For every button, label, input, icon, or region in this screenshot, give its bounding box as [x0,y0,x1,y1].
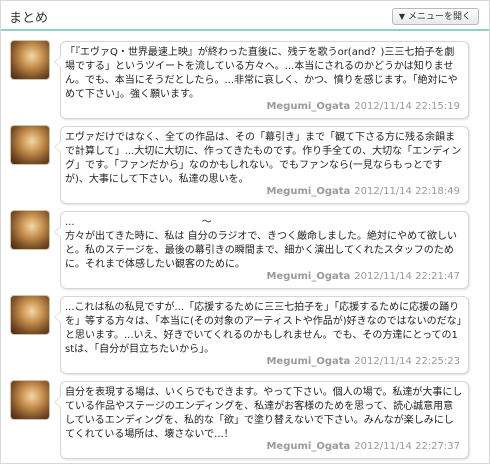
page-title: まとめ [9,11,49,26]
tweet-text: エヴァだけではなく、全ての作品は、その「幕引き」まで「観て下さる方に残る余韻まで… [65,132,462,185]
tweet-timestamp[interactable]: 2012/11/14 22:15:19 [354,101,460,112]
tweet-timestamp[interactable]: 2012/11/14 22:18:49 [354,186,460,197]
tweet-bubble: エヴァだけではなく、全ての作品は、その「幕引き」まで「観て下さる方に残る余韻まで… [54,126,469,204]
tweet-meta: Megumi_Ogata 2012/11/14 22:21:47 [266,271,460,283]
tweet-meta: Megumi_Ogata 2012/11/14 22:27:37 [266,441,460,453]
tweet-username[interactable]: Megumi_Ogata [266,441,350,452]
tweet-timestamp[interactable]: 2012/11/14 22:27:37 [354,441,460,452]
avatar[interactable] [11,296,49,334]
tweet-text: ... 〜 方々が出てきた時に、私は 自分のラジオで、きつく厳命しました。絶対に… [65,217,457,270]
tweet-meta: Megumi_Ogata 2012/11/14 22:25:23 [266,356,460,368]
tweet-username[interactable]: Megumi_Ogata [266,186,350,197]
avatar[interactable] [11,126,49,164]
triangle-down-icon: ▼ [398,12,405,21]
avatar[interactable] [11,41,49,79]
panel-header: まとめ ▼ メニューを開く [1,1,489,31]
tweet-timestamp[interactable]: 2012/11/14 22:25:23 [354,356,460,367]
tweet-text: ...これは私の私見ですが...「応援するために三三七拍子を」「応援するために応… [65,302,462,355]
tweet-username[interactable]: Megumi_Ogata [266,101,350,112]
tweet-username[interactable]: Megumi_Ogata [266,271,350,282]
tweet-text: 「『エヴァQ・世界最速上映』が終わった直後に、残テを歌うor(and？)三三七拍… [65,47,458,100]
tweet-bubble: ... 〜 方々が出てきた時に、私は 自分のラジオで、きつく厳命しました。絶対に… [54,211,469,289]
avatar[interactable] [11,381,49,419]
open-menu-button[interactable]: ▼ メニューを開く [391,8,479,25]
tweet-meta: Megumi_Ogata 2012/11/14 22:18:49 [266,186,460,198]
tweet-bubble: ...これは私の私見ですが...「応援するために三三七拍子を」「応援するために応… [54,296,469,374]
open-menu-label: メニューを開く [407,12,471,22]
tweet-username[interactable]: Megumi_Ogata [266,356,350,367]
tweet-text: 自分を表現する場は、いくらでもできます。やって下さい。個人の場で。私達が大事にし… [65,387,463,440]
tweet-bubble: 「『エヴァQ・世界最速上映』が終わった直後に、残テを歌うor(and？)三三七拍… [54,41,469,119]
tweet-meta: Megumi_Ogata 2012/11/14 22:15:19 [266,101,460,113]
avatar[interactable] [11,211,49,249]
tweet-timestamp[interactable]: 2012/11/14 22:21:47 [354,271,460,282]
tweet-bubble: 自分を表現する場は、いくらでもできます。やって下さい。個人の場で。私達が大事にし… [54,381,469,459]
matome-panel: まとめ ▼ メニューを開く 「『エヴァQ・世界最速上映』が終わった直後に、残テを歌… [0,0,490,464]
